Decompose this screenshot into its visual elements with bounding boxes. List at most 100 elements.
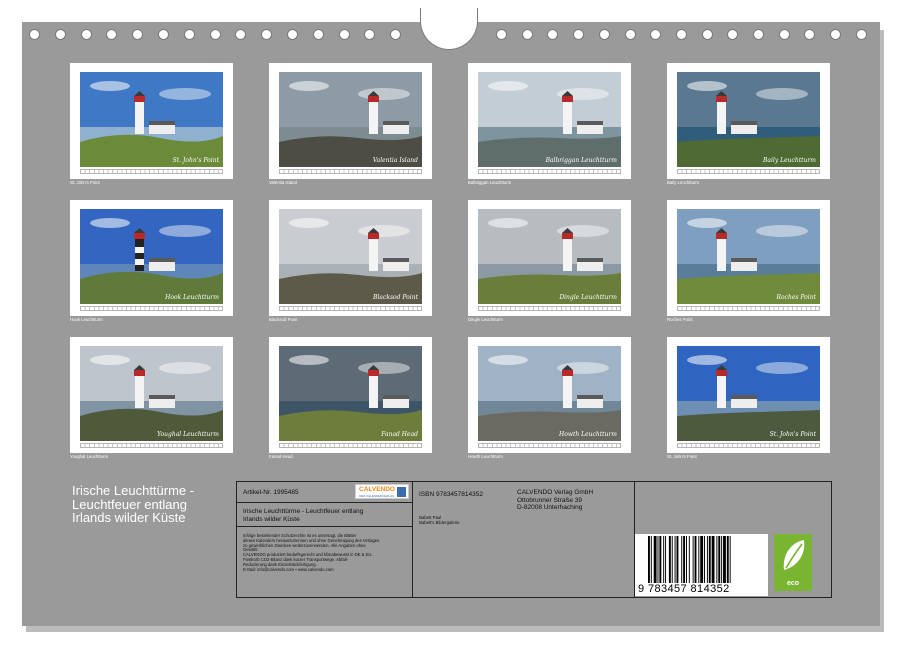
- binding-hole: [312, 29, 324, 40]
- binding-hole: [496, 29, 507, 40]
- mini-calendar-strip: [80, 306, 223, 311]
- binding-hole: [29, 29, 40, 40]
- photo-card: Fanad Head: [269, 337, 432, 453]
- photo-signature: Dingle Leuchtturm: [559, 294, 617, 301]
- mini-calendar-strip: [279, 306, 422, 311]
- mini-calendar-strip: [478, 443, 621, 448]
- title-line-1: Irische Leuchttürme -: [72, 483, 195, 498]
- binding-hole: [183, 29, 195, 40]
- isbn: ISBN 9783457814352: [419, 491, 483, 498]
- lighthouse-photo: Howth Leuchtturm: [478, 346, 621, 441]
- barcode-digits: 9 783457 814352: [638, 583, 730, 595]
- title-line-3: Irlands wilder Küste: [72, 510, 186, 525]
- photo-signature: Youghal Leuchtturm: [157, 431, 219, 438]
- lighthouse-photo: Dingle Leuchtturm: [478, 209, 621, 304]
- photo-signature: St. John's Point: [769, 431, 816, 438]
- mini-calendar-strip: [677, 306, 820, 311]
- photo-caption: Balbriggan Leuchtturm: [468, 180, 512, 185]
- photo-card: Blacksod Point: [269, 200, 432, 316]
- binding-hole: [675, 29, 687, 40]
- photo-signature: Roches Point: [776, 294, 817, 301]
- binding-hole: [778, 29, 790, 40]
- photo-caption: Howth Leuchtturm: [468, 454, 503, 459]
- mini-calendar-strip: [478, 169, 621, 174]
- mini-calendar-strip: [279, 169, 422, 174]
- legal-line: E-Mail: info@calvendo.com • www.calvendo…: [243, 566, 334, 572]
- binding-hole: [855, 29, 867, 40]
- lighthouse-photo: Valentia Island: [279, 72, 422, 167]
- lighthouse-photo: Fanad Head: [279, 346, 422, 441]
- photo-card: St. John's Point: [70, 63, 233, 179]
- logo-subtext: DER KALENDERVERLAG: [359, 493, 395, 498]
- info-divider: [412, 482, 413, 597]
- isbn-barcode: 9 783457 814352: [635, 534, 768, 596]
- photo-caption: Fanad Head: [269, 454, 293, 459]
- photo-caption: St. John's Point: [667, 454, 697, 459]
- binding-hole: [338, 29, 350, 40]
- mini-calendar-strip: [677, 443, 820, 448]
- photo-caption: Hook Leuchtturm: [70, 317, 103, 322]
- photo-card: Dingle Leuchtturm: [468, 200, 631, 316]
- photo-card: Howth Leuchtturm: [468, 337, 631, 453]
- photo-caption: Valentia Island: [269, 180, 297, 185]
- binding-hole: [624, 29, 636, 40]
- mini-calendar-strip: [80, 443, 223, 448]
- lighthouse-photo: Roches Point: [677, 209, 820, 304]
- publisher-city: D-82008 Unterhaching: [517, 504, 583, 511]
- lighthouse-photo: St. John's Point: [677, 346, 820, 441]
- photo-signature: Baily Leuchtturm: [763, 157, 816, 164]
- lighthouse-photo: Youghal Leuchtturm: [80, 346, 223, 441]
- photo-signature: Blacksod Point: [373, 294, 418, 301]
- eco-badge: eco: [774, 534, 812, 591]
- binding-hole: [209, 29, 221, 40]
- photo-caption: Blacksod Point: [269, 317, 298, 322]
- eco-label: eco: [786, 580, 800, 587]
- binding-hole: [701, 29, 713, 40]
- binding-hole: [521, 29, 533, 40]
- photo-caption: Dingle Leuchtturm: [468, 317, 503, 322]
- calendar-title: Irische Leuchttürme - Leuchtfeuer entlan…: [72, 484, 232, 525]
- publisher-name: CALVENDO Verlag GmbH: [517, 489, 594, 496]
- photo-card: Roches Point: [667, 200, 830, 316]
- binding-hole: [54, 29, 66, 40]
- photo-card: Valentia Island: [269, 63, 432, 179]
- lighthouse-photo: Baily Leuchtturm: [677, 72, 820, 167]
- article-number: Artikel-Nr. 1995485: [243, 489, 299, 496]
- mini-calendar-strip: [279, 443, 422, 448]
- photo-signature: St. John's Point: [172, 157, 219, 164]
- lighthouse-photo: Blacksod Point: [279, 209, 422, 304]
- binding-hole: [287, 29, 298, 40]
- binding-hole: [753, 29, 764, 40]
- title-line-2: Leuchtfeuer entlang: [72, 496, 187, 512]
- lighthouse-photo: St. John's Point: [80, 72, 223, 167]
- product-title-1: Irische Leuchttürme - Leuchtfeuer entlan…: [243, 508, 364, 515]
- lighthouse-photo: Hook Leuchtturm: [80, 209, 223, 304]
- photo-card: Youghal Leuchtturm: [70, 337, 233, 453]
- binding-hole: [80, 29, 92, 40]
- photo-caption: Baily Leuchtturm: [667, 180, 700, 185]
- logo-text: CALVENDO: [359, 486, 395, 493]
- binding-hole: [598, 29, 610, 40]
- mini-calendar-strip: [677, 169, 820, 174]
- binding-hole: [158, 29, 169, 40]
- lighthouse-photo: Balbriggan Leuchtturm: [478, 72, 621, 167]
- photo-card: Balbriggan Leuchtturm: [468, 63, 631, 179]
- product-title-2: Irlands wilder Küste: [243, 516, 300, 523]
- photo-card: Hook Leuchtturm: [70, 200, 233, 316]
- photo-card: Baily Leuchtturm: [667, 63, 830, 179]
- calvendo-logo: CALVENDO DER KALENDERVERLAG: [355, 484, 409, 499]
- photo-caption: Roches Point: [667, 317, 693, 322]
- photo-caption: Youghal Leuchtturm: [70, 454, 109, 459]
- photo-caption: St. John's Point: [70, 180, 100, 185]
- photo-signature: Howth Leuchtturm: [558, 431, 617, 438]
- logo-mark-icon: [397, 487, 406, 497]
- photo-signature: Valentia Island: [372, 157, 418, 164]
- barcode-bars: [648, 536, 731, 583]
- publisher-street: Ottobrunner Straße 39: [517, 496, 583, 504]
- photo-signature: Fanad Head: [381, 431, 418, 438]
- legal-line: zu gewerblichen Zwecken weiterzuverwende…: [243, 542, 366, 548]
- info-panel: Artikel-Nr. 1995485 CALVENDO DER KALENDE…: [236, 481, 832, 598]
- mini-calendar-strip: [80, 169, 223, 174]
- photo-card: St. John's Point: [667, 337, 830, 453]
- info-divider: [237, 502, 412, 503]
